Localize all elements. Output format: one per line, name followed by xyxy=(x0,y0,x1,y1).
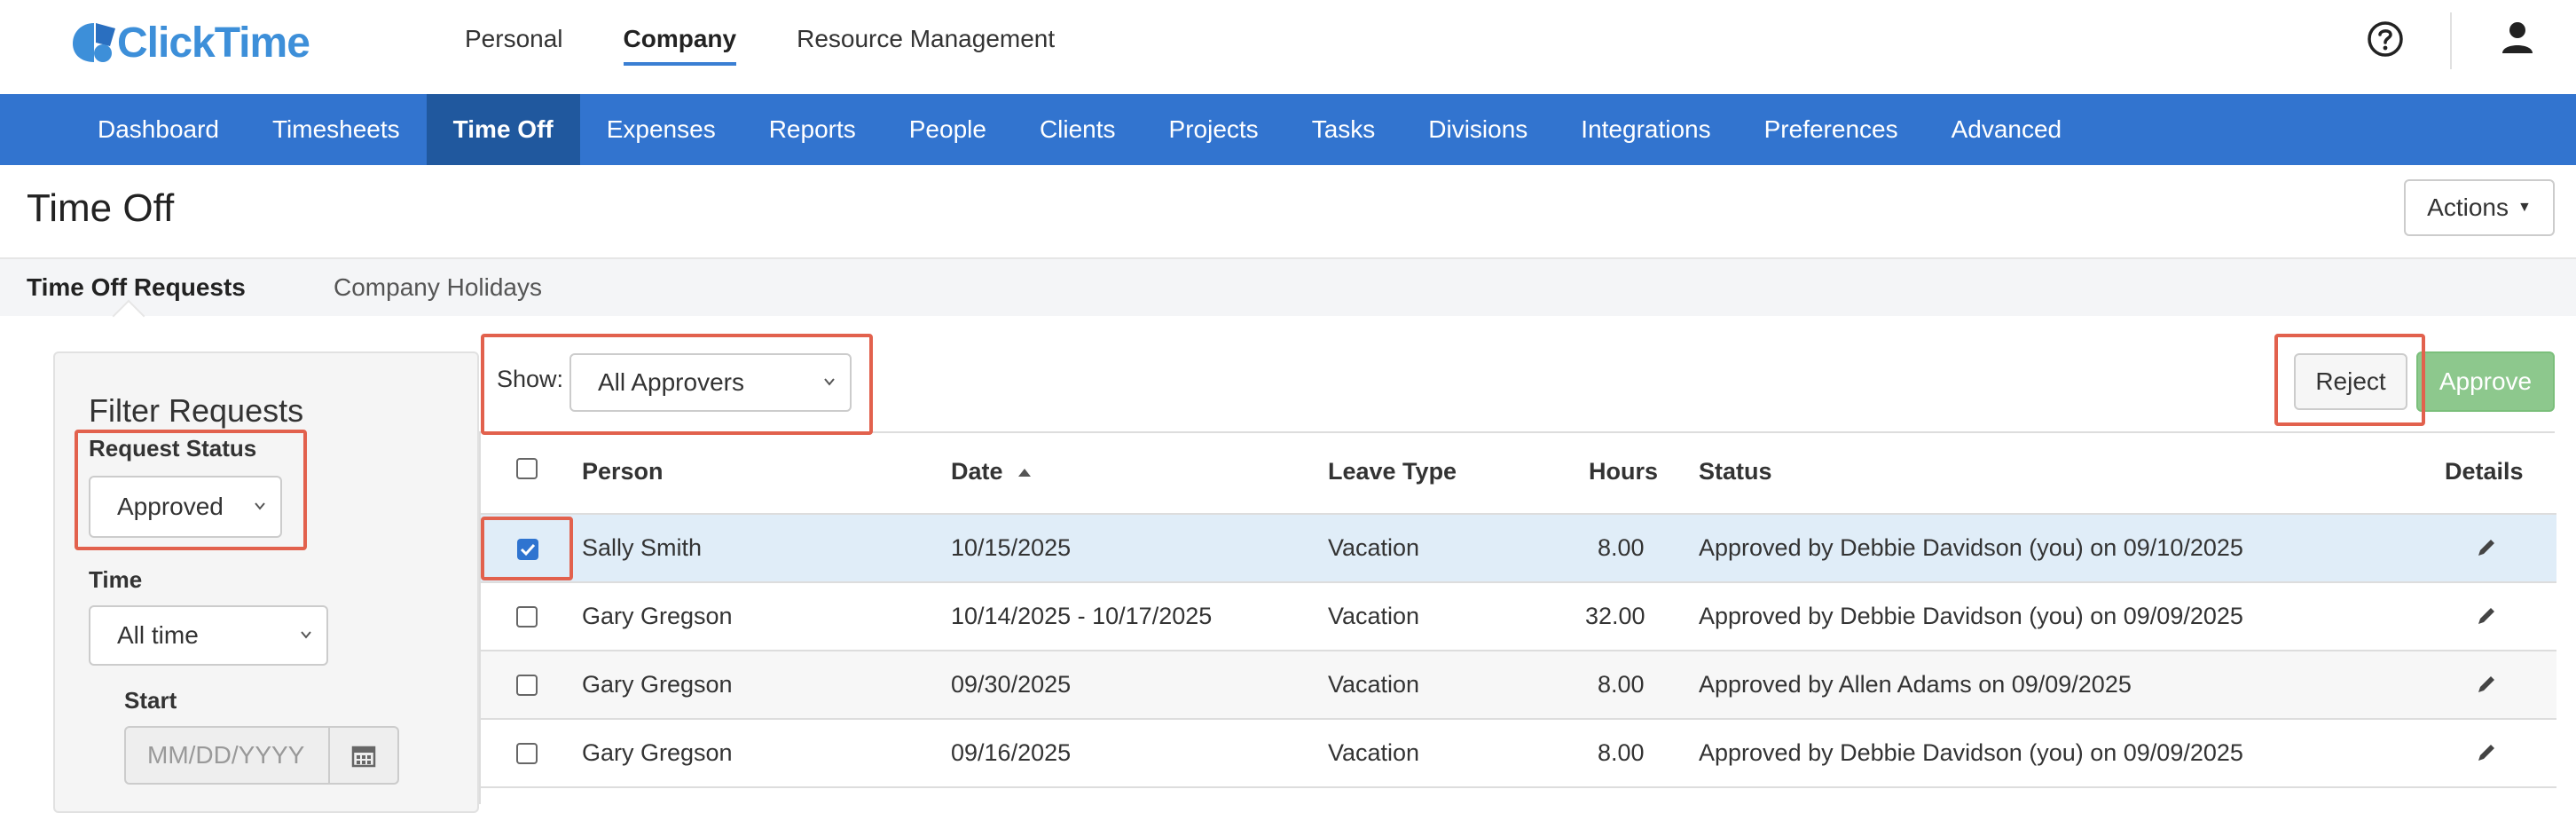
time-select[interactable]: All time xyxy=(89,605,328,666)
time-label: Time xyxy=(89,566,143,593)
col-person[interactable]: Person xyxy=(582,458,664,485)
nav-clients[interactable]: Clients xyxy=(1013,94,1143,165)
page-title: Time Off xyxy=(27,186,175,230)
tab-company-holidays[interactable]: Company Holidays xyxy=(334,273,542,302)
select-all-checkbox[interactable] xyxy=(516,458,538,479)
nav-projects[interactable]: Projects xyxy=(1143,94,1285,165)
cell-date: 09/30/2025 xyxy=(951,671,1072,698)
cell-date: 10/14/2025 - 10/17/2025 xyxy=(951,603,1213,629)
cell-person: Gary Gregson xyxy=(582,739,733,766)
nav-timesheets[interactable]: Timesheets xyxy=(246,94,427,165)
table-row[interactable]: Gary Gregson 09/30/2025 Vacation 8.00 Ap… xyxy=(481,651,2556,720)
nav-integrations[interactable]: Integrations xyxy=(1554,94,1737,165)
nav-people[interactable]: People xyxy=(883,94,1013,165)
nav-time-off[interactable]: Time Off xyxy=(426,94,580,165)
nav-divisions[interactable]: Divisions xyxy=(1402,94,1554,165)
col-status[interactable]: Status xyxy=(1699,458,1772,485)
cell-leave-type: Vacation xyxy=(1328,671,1420,698)
pencil-icon[interactable] xyxy=(2475,604,2498,628)
time-value: All time xyxy=(117,621,199,649)
start-date-input[interactable]: MM/DD/YYYY xyxy=(124,726,330,785)
cell-hours: 32.00 xyxy=(1585,603,1645,629)
row-checkbox[interactable] xyxy=(516,606,538,628)
col-hours[interactable]: Hours xyxy=(1589,458,1658,485)
cell-date: 10/15/2025 xyxy=(951,534,1072,561)
cell-hours: 8.00 xyxy=(1598,671,1645,698)
nav-tasks[interactable]: Tasks xyxy=(1285,94,1402,165)
pencil-icon[interactable] xyxy=(2475,673,2498,696)
filter-panel: Filter Requests Request Status Approved … xyxy=(53,351,479,813)
col-details: Details xyxy=(2445,458,2524,485)
cell-status: Approved by Debbie Davidson (you) on 09/… xyxy=(1699,739,2243,766)
row-checkbox[interactable] xyxy=(516,675,538,696)
approve-button[interactable]: Approve xyxy=(2416,351,2555,412)
cell-leave-type: Vacation xyxy=(1328,739,1420,766)
user-icon[interactable] xyxy=(2500,20,2535,55)
cell-leave-type: Vacation xyxy=(1328,603,1420,629)
cell-hours: 8.00 xyxy=(1598,534,1645,561)
cell-person: Sally Smith xyxy=(582,534,703,561)
header-divider xyxy=(2450,12,2452,69)
top-header: ClickTime Personal Company Resource Mana… xyxy=(0,0,2576,94)
topnav-personal[interactable]: Personal xyxy=(465,25,563,66)
chevron-down-icon xyxy=(301,631,311,639)
highlight-request-status xyxy=(75,430,307,550)
clicktime-logo-icon xyxy=(73,23,115,62)
highlight-approver-select xyxy=(481,334,873,435)
cell-status: Approved by Allen Adams on 09/09/2025 xyxy=(1699,671,2132,698)
table-header: Person Date Leave Type Hours Status Deta… xyxy=(481,433,2556,515)
time-off-table: Person Date Leave Type Hours Status Deta… xyxy=(479,431,2556,804)
highlight-reject-button xyxy=(2274,334,2425,426)
row-checkbox[interactable] xyxy=(516,743,538,764)
subtabs: Time Off Requests Company Holidays xyxy=(0,257,2576,316)
nav-dashboard[interactable]: Dashboard xyxy=(71,94,246,165)
clicktime-logo[interactable]: ClickTime xyxy=(69,16,310,69)
table-row[interactable]: Gary Gregson 09/16/2025 Vacation 8.00 Ap… xyxy=(481,720,2556,788)
actions-label: Actions xyxy=(2427,193,2509,221)
cell-leave-type: Vacation xyxy=(1328,534,1420,561)
help-icon[interactable] xyxy=(2366,20,2405,59)
cell-hours: 8.00 xyxy=(1598,739,1645,766)
col-date-label: Date xyxy=(951,458,1003,485)
table-row[interactable]: Sally Smith 10/15/2025 Vacation 8.00 App… xyxy=(481,515,2556,583)
cell-person: Gary Gregson xyxy=(582,671,733,698)
start-label: Start xyxy=(124,687,177,714)
cell-date: 09/16/2025 xyxy=(951,739,1072,766)
nav-reports[interactable]: Reports xyxy=(742,94,883,165)
filter-title: Filter Requests xyxy=(89,392,304,429)
nav-preferences[interactable]: Preferences xyxy=(1738,94,1925,165)
main-nav: Dashboard Timesheets Time Off Expenses R… xyxy=(0,94,2576,165)
table-row[interactable]: Gary Gregson 10/14/2025 - 10/17/2025 Vac… xyxy=(481,583,2556,651)
highlight-selected-checkbox xyxy=(481,517,573,580)
sort-ascending-icon xyxy=(1018,469,1032,478)
calendar-button[interactable] xyxy=(328,726,399,785)
pencil-icon[interactable] xyxy=(2475,741,2498,764)
caret-down-icon: ▼ xyxy=(2517,200,2532,215)
tab-time-off-requests[interactable]: Time Off Requests xyxy=(27,273,246,302)
cell-person: Gary Gregson xyxy=(582,603,733,629)
actions-button[interactable]: Actions ▼ xyxy=(2404,179,2555,236)
calendar-icon xyxy=(351,746,376,768)
pencil-icon[interactable] xyxy=(2475,536,2498,559)
col-date[interactable]: Date xyxy=(951,458,1032,485)
cell-status: Approved by Debbie Davidson (you) on 09/… xyxy=(1699,603,2243,629)
nav-expenses[interactable]: Expenses xyxy=(580,94,742,165)
nav-advanced[interactable]: Advanced xyxy=(1925,94,2089,165)
logo-text: ClickTime xyxy=(117,19,310,67)
cell-status: Approved by Debbie Davidson (you) on 09/… xyxy=(1699,534,2243,561)
top-nav: Personal Company Resource Management xyxy=(465,25,1115,66)
topnav-company[interactable]: Company xyxy=(623,25,737,66)
topnav-resource-management[interactable]: Resource Management xyxy=(797,25,1055,66)
col-leave-type[interactable]: Leave Type xyxy=(1328,458,1457,485)
